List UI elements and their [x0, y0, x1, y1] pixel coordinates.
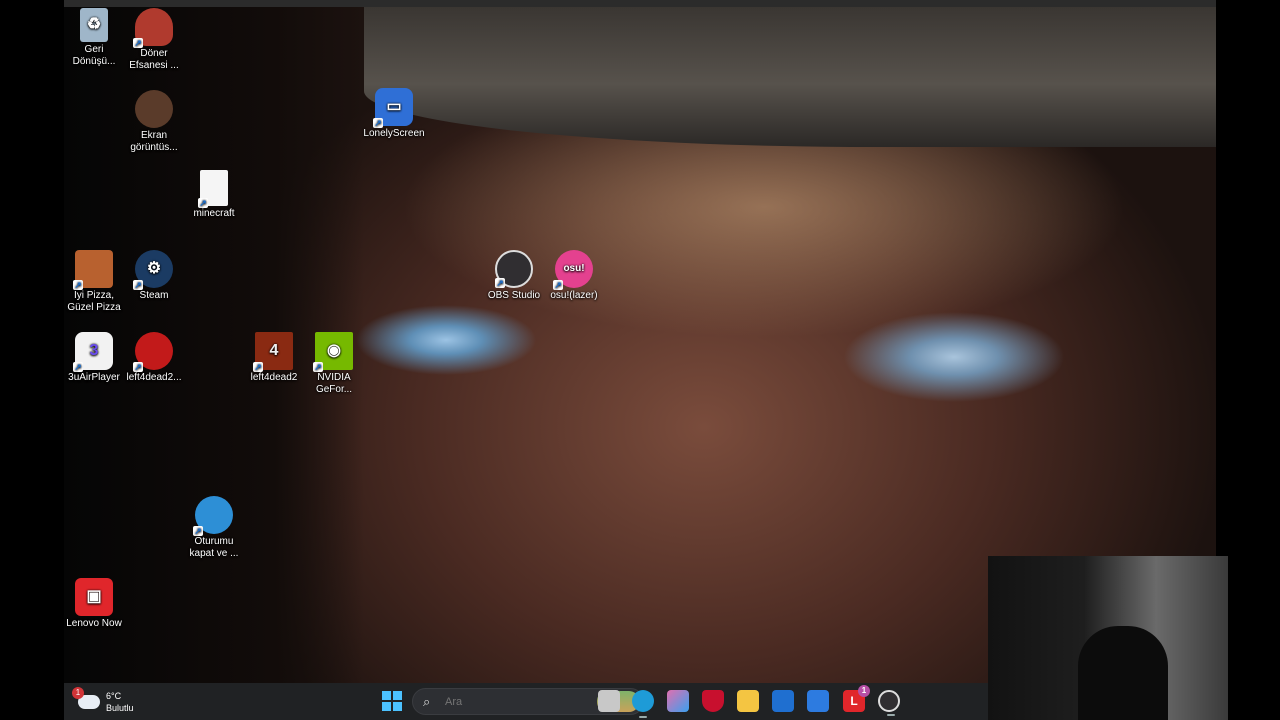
desktop-icon-sign-out[interactable]: ↗ Oturumu kapat ve ... — [182, 496, 246, 560]
window-top-strip — [64, 0, 1216, 7]
desktop-icon-label: LonelyScreen — [363, 128, 425, 139]
desktop-icon-label: left4dead2 — [250, 372, 298, 383]
wallpaper-hat — [364, 7, 1216, 147]
shortcut-arrow-icon: ↗ — [198, 198, 208, 208]
obs-icon: ↗ — [495, 250, 533, 288]
taskbar-mcafee[interactable] — [702, 690, 724, 712]
desktop-icon-lenovo-now[interactable]: ▣ Lenovo Now — [62, 578, 126, 630]
shortcut-arrow-icon: ↗ — [133, 280, 143, 290]
lenovo-now-icon: ▣ — [75, 578, 113, 616]
taskbar-obs[interactable] — [878, 690, 900, 716]
lenovo-icon: L — [850, 694, 858, 708]
desktop-icon-lonelyscreen[interactable]: ▭ ↗ LonelyScreen — [362, 88, 426, 140]
shortcut-arrow-icon: ↗ — [553, 280, 563, 290]
desktop-icon-nvidia[interactable]: ◉ ↗ NVIDIA GeFor... — [302, 332, 366, 396]
webcam-overlay — [988, 556, 1228, 720]
taskbar: 1 6°C Bulutlu ⌕ L 1 — [64, 683, 988, 720]
taskbar-copilot[interactable] — [667, 690, 689, 712]
shortcut-arrow-icon: ↗ — [495, 278, 505, 288]
desktop-icon-left4dead2-shortcut[interactable]: ↗ left4dead2... — [122, 332, 186, 384]
desktop-icon-label: Steam — [139, 290, 169, 301]
shortcut-arrow-icon: ↗ — [193, 526, 203, 536]
weather-temperature: 6°C — [106, 691, 122, 701]
search-icon: ⌕ — [423, 693, 431, 709]
desktop-icon-label: Döner Efsanesi ... — [129, 48, 179, 71]
desktop-icon-label: osu!(lazer) — [550, 290, 598, 301]
lenovo-badge: 1 — [858, 685, 870, 697]
shortcut-arrow-icon: ↗ — [73, 362, 83, 372]
taskbar-task-view[interactable] — [598, 690, 620, 712]
document-icon: ↗ — [198, 170, 228, 208]
start-button[interactable] — [382, 691, 402, 711]
nvidia-icon: ◉ ↗ — [313, 332, 353, 372]
weather-widget[interactable]: 1 6°C Bulutlu — [72, 687, 168, 717]
doner-game-icon: ↗ — [133, 8, 173, 48]
taskbar-file-explorer[interactable] — [737, 690, 759, 712]
taskbar-store[interactable] — [807, 690, 829, 712]
desktop-icon-label: Ekran görüntüs... — [130, 130, 178, 153]
desktop-icon-label: İyi Pizza, Güzel Pizza — [67, 290, 121, 313]
shortcut-arrow-icon: ↗ — [73, 280, 83, 290]
windows-logo-icon — [382, 691, 391, 700]
shortcut-arrow-icon: ↗ — [133, 362, 143, 372]
weather-badge: 1 — [72, 687, 84, 699]
desktop-icon-iyi-pizza[interactable]: ↗ İyi Pizza, Güzel Pizza — [62, 250, 126, 314]
shortcut-arrow-icon: ↗ — [253, 362, 263, 372]
desktop-icon-label: NVIDIA GeFor... — [315, 372, 353, 395]
monitor-icon: ▭ ↗ — [373, 88, 413, 128]
screenshot-icon — [135, 90, 173, 128]
webcam-person — [1078, 626, 1168, 720]
cloud-icon: 1 — [72, 687, 100, 709]
pizza-icon: ↗ — [73, 250, 113, 290]
desktop-icon-label: minecraft — [193, 208, 235, 219]
shortcut-arrow-icon: ↗ — [313, 362, 323, 372]
airplayer-icon: 3 ↗ — [73, 332, 113, 372]
osu-icon: osu! ↗ — [553, 250, 593, 290]
desktop-icon-label: left4dead2... — [126, 372, 182, 383]
globe-icon: ↗ — [193, 496, 233, 536]
desktop-icon-recycle-bin[interactable]: ♻ Geri Dönüşü... — [62, 8, 126, 68]
taskbar-edge[interactable] — [632, 690, 654, 718]
search-input[interactable] — [443, 694, 557, 709]
desktop-icon-3uairplayer[interactable]: 3 ↗ 3uAirPlayer — [62, 332, 126, 384]
taskbar-outlook[interactable] — [772, 690, 794, 712]
taskbar-lenovo[interactable]: L 1 — [843, 685, 870, 712]
steam-icon: ⚙ ↗ — [133, 250, 173, 290]
desktop-icon-doner[interactable]: ↗ Döner Efsanesi ... — [122, 8, 186, 72]
shortcut-arrow-icon: ↗ — [133, 38, 143, 48]
desktop-icon-steam[interactable]: ⚙ ↗ Steam — [122, 250, 186, 302]
desktop-icon-label: Lenovo Now — [66, 618, 122, 629]
desktop-icon-screenshot[interactable]: Ekran görüntüs... — [122, 90, 186, 154]
desktop-icon-left4dead2[interactable]: 4 ↗ left4dead2 — [242, 332, 306, 384]
desktop-icon-osu[interactable]: osu! ↗ osu!(lazer) — [542, 250, 606, 302]
desktop-icon-label: Oturumu kapat ve ... — [189, 536, 239, 559]
desktop-icon-minecraft[interactable]: ↗ minecraft — [182, 170, 246, 220]
desktop-icon-label: 3uAirPlayer — [68, 372, 120, 383]
weather-condition: Bulutlu — [106, 703, 134, 713]
desktop-icon-obs-studio[interactable]: ↗ OBS Studio — [482, 250, 546, 302]
left4dead-icon: 4 ↗ — [253, 332, 293, 372]
recycle-bin-icon: ♻ — [80, 8, 108, 42]
desktop-icon-label: Geri Dönüşü... — [72, 44, 116, 67]
desktop-icon-label: OBS Studio — [487, 290, 541, 301]
shortcut-arrow-icon: ↗ — [373, 118, 383, 128]
shield-shortcut-icon: ↗ — [133, 332, 173, 372]
